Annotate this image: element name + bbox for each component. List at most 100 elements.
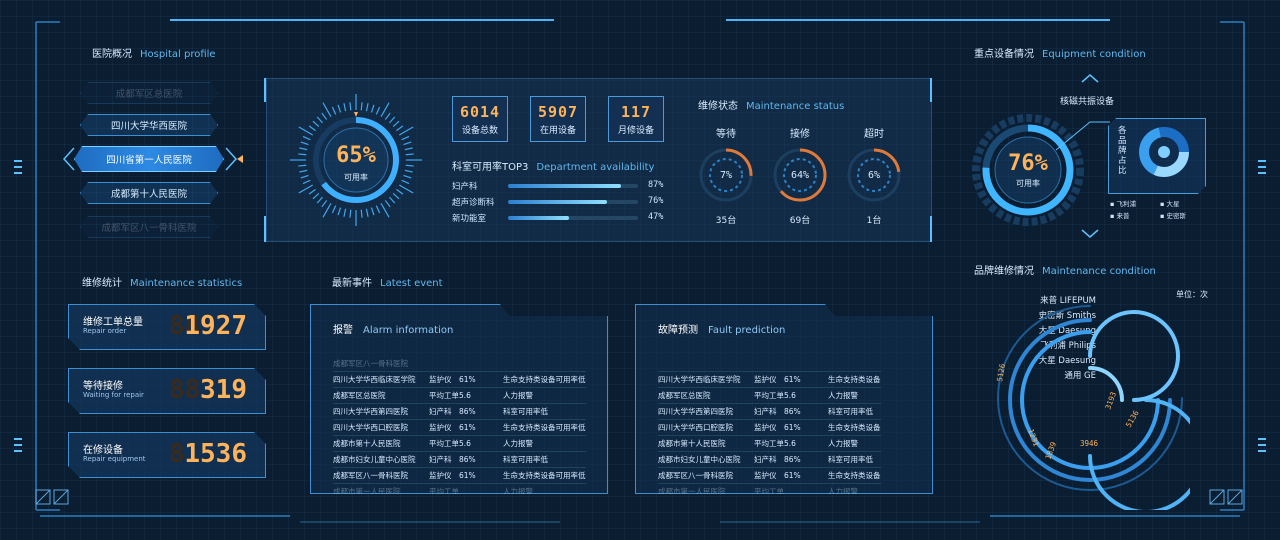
table-row[interactable]: 四川大学华西第四医院 妇产科 86% 科室可用率低: [658, 403, 881, 420]
connector-line: [1055, 121, 1110, 151]
table-cell: 人力报警: [503, 435, 586, 452]
table-cell: [658, 356, 754, 372]
brand-share-label: 各品牌占比: [1118, 126, 1127, 176]
fault-table: 四川大学华西临床医学院 监护仪 61% 生命支持类设备 成都军区总医院 平均工单 5.6 人力…: [658, 356, 881, 494]
table-cell: 成都市妇女儿童中心医院: [658, 451, 754, 468]
status-count-accepted: 69台: [789, 216, 811, 226]
brand-share-donut: [1139, 127, 1189, 177]
table-cell: 成都市第十人民医院: [658, 435, 754, 452]
table-cell: 平均工单: [754, 387, 784, 404]
table-cell: 成都军区总医院: [333, 387, 429, 404]
table-cell: 5.6: [459, 435, 503, 452]
stat-in-use-devices: 5907 在用设备: [530, 96, 586, 142]
table-cell: 5.6: [459, 387, 503, 404]
table-row[interactable]: 成都市妇女儿童中心医院 妇产科 86% 科室可用率低: [658, 451, 881, 468]
unit-label: 单位：次: [1176, 290, 1208, 299]
dept-bar-fill: [508, 216, 570, 220]
latest-event-title: 最新事件 Latest event: [332, 278, 443, 289]
table-row[interactable]: 成都市第十人民医院 平均工单 5.6 人力报警: [333, 435, 586, 452]
table-cell: 四川大学华西第四医院: [658, 403, 754, 420]
hospital-profile-title: 医院概况 Hospital profile: [92, 49, 216, 60]
table-row[interactable]: 四川大学华西临床医学院 监护仪 61% 生命支持类设备可用率低: [333, 371, 586, 388]
status-pct-overtime: 6%: [867, 170, 881, 181]
table-cell: [459, 356, 503, 372]
table-cell: 成都军区总医院: [658, 387, 754, 404]
table-row[interactable]: 成都市妇女儿童中心医院 妇产科 86% 科室可用率低: [333, 451, 586, 468]
table-row[interactable]: 成都军区八一骨科医院 监护仪 61% 生命支持类设备可用率低: [333, 467, 586, 484]
alarm-table: 成都军区八一骨科医院 四川大学华西临床医学院 监护仪 61% 生命支持类设备可用率低 成都…: [333, 356, 586, 494]
table-cell: 成都市第十人民医院: [333, 435, 429, 452]
table-row[interactable]: 成都军区八一骨科医院: [333, 356, 586, 372]
table-cell: 妇产科: [754, 451, 784, 468]
table-row[interactable]: 四川大学华西临床医学院 监护仪 61% 生命支持类设备: [658, 371, 881, 388]
table-cell: 监护仪: [754, 419, 784, 436]
table-cell: 成都军区八一骨科医院: [658, 467, 754, 484]
table-cell: 86%: [784, 451, 828, 468]
table-cell: 四川大学华西第四医院: [333, 403, 429, 420]
chevron-down-icon[interactable]: [1080, 228, 1100, 240]
table-row[interactable]: 四川大学华西第四医院 妇产科 86% 科室可用率低: [333, 403, 586, 420]
table-cell: 生命支持类设备: [828, 371, 881, 388]
table-cell: 61%: [459, 467, 503, 484]
table-cell: 61%: [459, 371, 503, 388]
table-cell: 科室可用率低: [828, 451, 881, 468]
status-pct-waiting: 7%: [719, 170, 733, 181]
status-count-waiting: 35台: [715, 216, 737, 226]
table-row[interactable]: [658, 356, 881, 372]
maintenance-statistics-title: 维修统计 Maintenance statistics: [82, 278, 243, 289]
status-pct-accepted: 64%: [790, 170, 810, 181]
table-cell: 监护仪: [429, 419, 459, 436]
brand-value-label: 3193: [1103, 391, 1118, 411]
table-cell: 生命支持类设备可用率低: [503, 467, 586, 484]
brand-value-label: 1231: [1026, 428, 1041, 448]
hospital-item[interactable]: 成都军区八一骨科医院: [80, 216, 218, 238]
table-cell: 四川大学华西口腔医院: [658, 419, 754, 436]
stat-monthly-repair: 117 月修设备: [608, 96, 664, 142]
legend-item: ▪ 飞利浦: [1110, 200, 1136, 208]
brand-value-label: 3946: [1080, 439, 1099, 448]
chevron-up-icon[interactable]: [1080, 72, 1100, 84]
table-cell: 5.6: [784, 387, 828, 404]
table-cell: 平均工单: [429, 435, 459, 452]
table-cell: 61%: [784, 419, 828, 436]
legend-item: ▪ 来普: [1110, 212, 1130, 220]
hospital-item[interactable]: 四川大学华西医院: [80, 114, 218, 136]
availability-label: 可用率: [344, 173, 368, 182]
brand-value-label: 5136: [1124, 408, 1141, 429]
dept-bar-row: 超声诊断科 76%: [452, 196, 664, 208]
table-cell: 86%: [459, 451, 503, 468]
table-cell: 生命支持类设备: [828, 419, 881, 436]
table-cell: 生命支持类设备: [828, 467, 881, 484]
table-cell: 生命支持类设备可用率低: [503, 419, 586, 436]
table-cell: 监护仪: [754, 467, 784, 484]
dept-bar-row: 新功能室 47%: [452, 212, 664, 224]
selection-brackets: [62, 147, 238, 171]
table-cell: [754, 356, 784, 372]
stat-repair-order: 维修工单总量 Repair order 88 1927: [68, 304, 266, 350]
table-cell: [503, 356, 586, 372]
table-cell: 妇产科: [754, 403, 784, 420]
stat-waiting-repair: 等待接修 Waiting for repair 88 319: [68, 368, 266, 414]
table-row[interactable]: 四川大学华西口腔医院 监护仪 61% 生命支持类设备可用率低: [333, 419, 586, 436]
table-cell: [828, 356, 881, 372]
table-cell: 人力报警: [828, 435, 881, 452]
dept-availability-title: 科室可用率TOP3 Department availability: [452, 162, 655, 173]
table-row[interactable]: 成都军区总医院 平均工单 5.6 人力报警: [658, 387, 881, 404]
table-cell: 成都市妇女儿童中心医院: [333, 451, 429, 468]
hospital-item[interactable]: 成都第十人民医院: [80, 182, 218, 204]
table-row[interactable]: 成都军区总医院 平均工单 5.6 人力报警: [333, 387, 586, 404]
dept-bar-row: 妇产科 87%: [452, 180, 664, 192]
fault-panel: 故障预测 Fault prediction 四川大学华西临床医学院 监护仪 61% 生命…: [635, 304, 933, 494]
equipment-availability-label: 可用率: [1016, 179, 1040, 188]
dept-bar-fill: [508, 200, 607, 204]
availability-value: 65%: [336, 143, 376, 168]
table-cell: 监护仪: [429, 467, 459, 484]
table-row[interactable]: 四川大学华西口腔医院 监护仪 61% 生命支持类设备: [658, 419, 881, 436]
table-row[interactable]: 成都市第十人民医院 平均工单 5.6 人力报警: [658, 435, 881, 452]
table-cell: [784, 356, 828, 372]
table-row[interactable]: 成都军区八一骨科医院 监护仪 61% 生命支持类设备: [658, 467, 881, 484]
status-count-overtime: 1台: [866, 216, 882, 226]
table-cell: 四川大学华西临床医学院: [658, 371, 754, 388]
hospital-item[interactable]: 成都军区总医院: [80, 82, 218, 104]
brand-maintenance-title: 品牌维修情况 Maintenance condition: [974, 266, 1156, 277]
